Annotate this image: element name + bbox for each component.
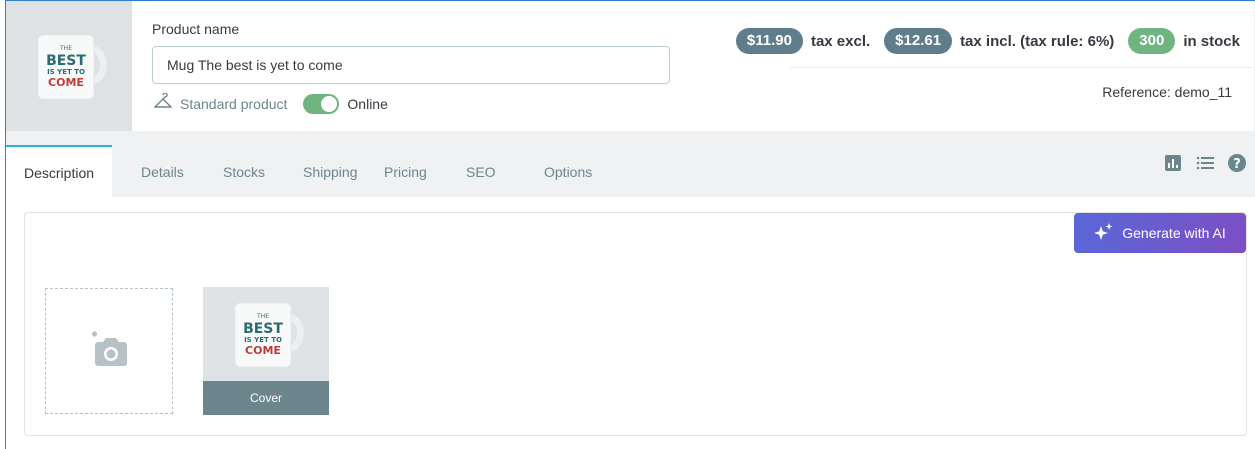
header-panel: Product name Standard product Online $11… — [132, 1, 1254, 131]
chart-icon[interactable] — [1163, 153, 1183, 173]
tab-shipping[interactable]: Shipping — [303, 145, 358, 197]
product-name-input[interactable] — [152, 46, 670, 84]
mug-text-line3: IS YET TO — [244, 336, 282, 344]
price-incl-label: tax incl. (tax rule: 6%) — [960, 32, 1115, 50]
stock-badge: 300 — [1128, 28, 1176, 54]
tab-seo[interactable]: SEO — [466, 145, 496, 197]
hanger-icon — [153, 92, 173, 114]
sparkle-icon — [1094, 222, 1114, 244]
mug-text-line4: COME — [48, 76, 84, 89]
help-icon[interactable]: ? — [1227, 153, 1247, 173]
ai-button-label: Generate with AI — [1122, 225, 1226, 241]
price-excl-label: tax excl. — [810, 32, 871, 50]
price-excl-badge: $11.90 — [735, 28, 803, 54]
generate-with-ai-button[interactable]: Generate with AI — [1074, 213, 1246, 253]
image-upload-dropzone[interactable] — [45, 288, 173, 414]
mug-text-line4: COME — [245, 344, 281, 357]
product-header: THE BEST IS YET TO COME Product name Sta… — [6, 1, 1255, 131]
product-thumbnail: THE BEST IS YET TO COME — [6, 1, 132, 131]
tab-details[interactable]: Details — [141, 145, 184, 197]
reference-text: Reference: demo_11 — [1102, 84, 1232, 100]
product-type: Standard product Online — [153, 92, 388, 114]
price-summary: $11.90 tax excl. $12.61 tax incl. (tax r… — [735, 28, 1240, 54]
mug-text-line2: BEST — [46, 53, 86, 69]
mug-text-line1: THE — [59, 45, 72, 52]
list-icon[interactable] — [1195, 153, 1215, 173]
toggle-knob — [321, 95, 338, 112]
images-card: Generate with AI THE BEST IS YET TO COME… — [24, 212, 1247, 436]
tab-description[interactable]: Description — [6, 145, 113, 197]
cover-label: Cover — [203, 381, 329, 415]
mug-text-line2: BEST — [243, 321, 283, 337]
svg-text:?: ? — [1233, 157, 1241, 172]
online-toggle[interactable] — [303, 93, 340, 114]
product-tabs: Description Details Stocks Shipping Pric… — [6, 145, 1255, 197]
mug-text-line1: THE — [256, 313, 269, 320]
add-photo-icon — [88, 330, 130, 373]
product-name-label: Product name — [152, 21, 240, 37]
product-page: THE BEST IS YET TO COME Product name Sta… — [5, 0, 1255, 449]
price-incl-badge: $12.61 — [884, 28, 953, 54]
tab-pricing[interactable]: Pricing — [384, 145, 427, 197]
divider — [790, 67, 1252, 68]
stock-label: in stock — [1183, 32, 1240, 50]
tab-stocks[interactable]: Stocks — [223, 145, 265, 197]
cover-image: THE BEST IS YET TO COME — [203, 287, 329, 381]
mug-text-line3: IS YET TO — [47, 68, 85, 76]
mug-image: THE BEST IS YET TO COME — [37, 34, 107, 100]
tab-options[interactable]: Options — [544, 145, 592, 197]
online-label: Online — [347, 95, 388, 112]
product-type-label[interactable]: Standard product — [180, 96, 287, 112]
tab-toolbar: ? — [1163, 153, 1247, 173]
mug-image: THE BEST IS YET TO COME — [234, 302, 304, 368]
cover-image-tile[interactable]: THE BEST IS YET TO COME Cover — [203, 287, 329, 415]
